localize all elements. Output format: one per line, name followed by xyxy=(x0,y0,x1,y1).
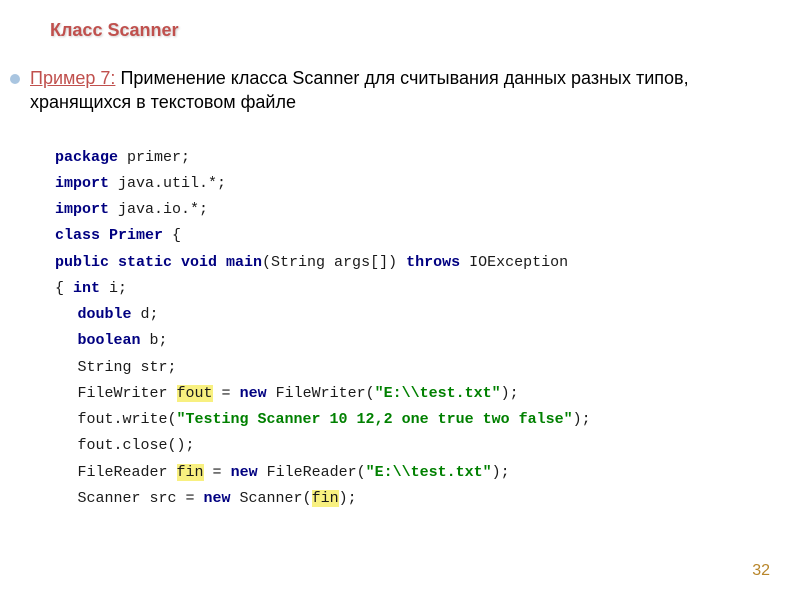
bullet-item: Пример 7: Применение класса Scanner для … xyxy=(10,66,770,115)
code-line: import java.io.*; xyxy=(55,197,770,223)
code-line: fout.write("Testing Scanner 10 12,2 one … xyxy=(55,407,770,433)
code-line: fout.close(); xyxy=(55,433,770,459)
code-line: double d; xyxy=(55,302,770,328)
code-line: FileReader fin = new FileReader("E:\\tes… xyxy=(55,460,770,486)
code-line: class Primer { xyxy=(55,223,770,249)
code-line: Scanner src = new Scanner(fin); xyxy=(55,486,770,512)
slide-container: Класс Scanner Пример 7: Применение класс… xyxy=(0,0,800,600)
code-line: FileWriter fout = new FileWriter("E:\\te… xyxy=(55,381,770,407)
page-number: 32 xyxy=(752,562,770,580)
code-line: { int i; xyxy=(55,276,770,302)
section-title: Класс Scanner xyxy=(50,20,760,41)
code-line: String str; xyxy=(55,355,770,381)
description-body: Применение класса Scanner для считывания… xyxy=(30,68,689,112)
example-label: Пример 7: xyxy=(30,68,115,88)
description-text: Пример 7: Применение класса Scanner для … xyxy=(30,66,770,115)
code-line: import java.util.*; xyxy=(55,171,770,197)
code-block: package primer; import java.util.*; impo… xyxy=(55,145,770,513)
bullet-icon xyxy=(10,74,20,84)
header: Класс Scanner xyxy=(0,20,800,51)
code-line: public static void main(String args[]) t… xyxy=(55,250,770,276)
content: Пример 7: Применение класса Scanner для … xyxy=(0,51,800,512)
code-line: package primer; xyxy=(55,145,770,171)
code-line: boolean b; xyxy=(55,328,770,354)
